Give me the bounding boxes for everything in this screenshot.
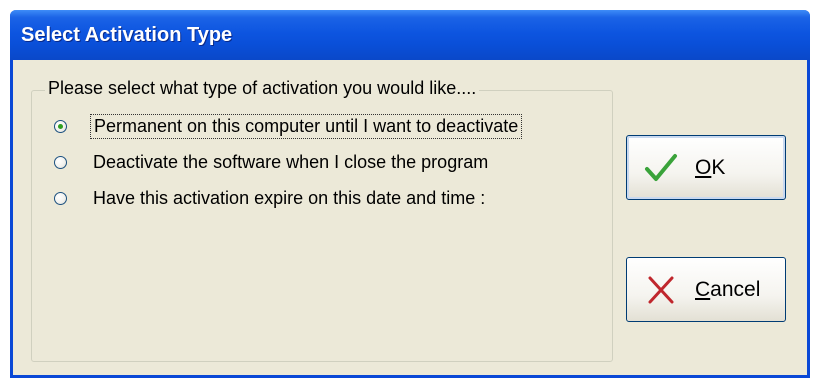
dialog-content: Please select what type of activation yo… [13, 60, 807, 375]
activation-type-group: Please select what type of activation yo… [31, 78, 613, 362]
title-bar[interactable]: Select Activation Type [10, 10, 810, 60]
cancel-button[interactable]: Cancel [626, 257, 786, 322]
group-legend: Please select what type of activation yo… [45, 78, 480, 99]
option-deactivate-on-close[interactable]: Deactivate the software when I close the… [54, 148, 491, 176]
radio-deactivate-on-close[interactable] [54, 155, 67, 169]
checkmark-icon [645, 153, 677, 181]
option-permanent-label[interactable]: Permanent on this computer until I want … [90, 113, 523, 139]
ok-button-label: OK [695, 155, 726, 179]
cancel-button-label: Cancel [695, 277, 761, 301]
window-title: Select Activation Type [21, 24, 233, 46]
ok-button[interactable]: OK [626, 135, 786, 200]
option-expire-date-label[interactable]: Have this activation expire on this date… [90, 187, 488, 210]
option-expire-date[interactable]: Have this activation expire on this date… [54, 184, 488, 212]
activation-dialog: Select Activation Type Please select wha… [10, 10, 810, 378]
radio-expire-date[interactable] [54, 191, 67, 205]
radio-permanent[interactable] [54, 119, 67, 133]
option-permanent[interactable]: Permanent on this computer until I want … [54, 112, 523, 140]
option-deactivate-on-close-label[interactable]: Deactivate the software when I close the… [90, 151, 491, 174]
x-icon [648, 276, 674, 303]
